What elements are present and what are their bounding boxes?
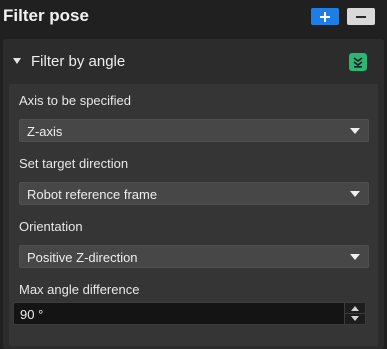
- filter-panel: Filter by angle Axis to be specified Z-a…: [3, 39, 384, 349]
- max-angle-label: Max angle difference: [19, 282, 140, 297]
- orientation-label: Orientation: [19, 219, 83, 234]
- chevron-down-icon: [350, 128, 360, 134]
- axis-select-value: Z-axis: [27, 124, 63, 139]
- section-header[interactable]: Filter by angle: [3, 39, 384, 83]
- target-direction-select-value: Robot reference frame: [27, 187, 158, 202]
- target-direction-label: Set target direction: [19, 156, 129, 171]
- max-angle-value: 90 °: [20, 307, 44, 322]
- chevron-up-icon: [351, 305, 359, 311]
- caret-down-icon[interactable]: [13, 58, 21, 64]
- minus-icon: [356, 15, 366, 18]
- orientation-select-value: Positive Z-direction: [27, 250, 138, 265]
- orientation-select[interactable]: Positive Z-direction: [19, 245, 369, 268]
- chevron-down-icon: [350, 191, 360, 197]
- decrement-button[interactable]: [345, 313, 365, 323]
- collapse-button[interactable]: [349, 53, 367, 71]
- axis-select[interactable]: Z-axis: [19, 119, 369, 142]
- section-title: Filter by angle: [31, 53, 126, 70]
- spinbox-buttons: [344, 303, 365, 324]
- target-direction-select[interactable]: Robot reference frame: [19, 182, 369, 205]
- plus-icon: [320, 11, 330, 22]
- max-angle-spinbox[interactable]: 90 °: [13, 302, 366, 325]
- panel-title: Filter pose: [3, 6, 89, 25]
- chevron-down-icon: [350, 254, 360, 260]
- axis-label: Axis to be specified: [19, 93, 132, 108]
- chevron-down-icon: [351, 315, 359, 321]
- remove-button[interactable]: [347, 8, 375, 25]
- panel-header: Filter pose: [0, 0, 387, 34]
- add-button[interactable]: [311, 8, 339, 25]
- collapse-icon: [353, 57, 363, 68]
